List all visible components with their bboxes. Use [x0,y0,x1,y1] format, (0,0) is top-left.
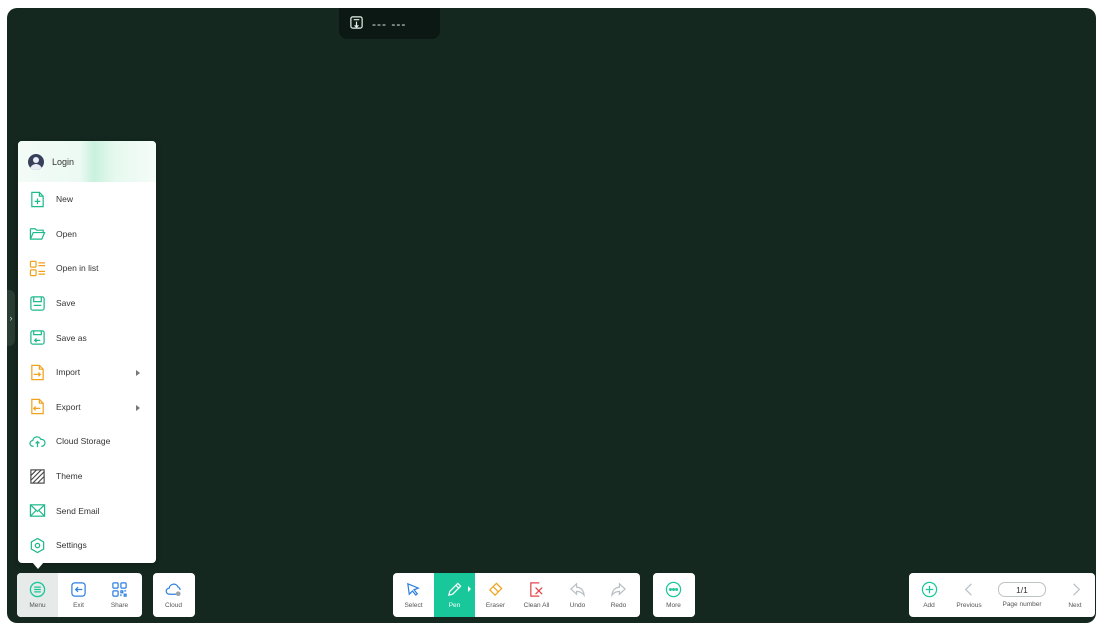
select-button-label: Select [404,602,423,609]
menu-item-save-as[interactable]: Save as [18,320,156,355]
document-icon [349,15,364,33]
more-icon [665,581,682,598]
save-icon [30,295,45,311]
menu-item-label: Send Email [56,505,100,516]
page-number-control[interactable]: 1/1 Page number [989,573,1055,617]
menu-item-label: Open [56,228,77,239]
exit-icon [71,582,86,597]
add-page-button[interactable]: Add [909,573,949,617]
qr-code-icon [112,582,127,597]
undo-button[interactable]: Undo [557,573,598,617]
folder-open-icon [29,228,46,241]
menu-item-label: Cloud Storage [56,436,111,447]
cloud-icon [165,583,181,597]
cursor-icon [407,582,420,596]
more-button-label: More [666,602,681,609]
next-page-button[interactable]: Next [1055,573,1095,617]
redo-button-label: Redo [610,602,627,609]
cloud-button-label: Cloud [165,602,182,609]
menu-item-open-in-list[interactable]: Open in list [18,251,156,286]
undo-button-label: Undo [569,602,586,609]
cloud-button[interactable]: Cloud [153,573,194,617]
drawing-toolbar: Select Pen Eraser Clean All Undo Redo [393,573,640,617]
top-status-bar: --- --- [339,8,440,39]
previous-page-button-label: Previous [956,602,982,609]
previous-page-button[interactable]: Previous [949,573,989,617]
eraser-button[interactable]: Eraser [475,573,516,617]
clean-all-button[interactable]: Clean All [516,573,557,617]
login-row[interactable]: Login [18,141,156,182]
email-icon [29,504,46,517]
side-panel-handle[interactable]: › [7,290,15,346]
menu-item-settings[interactable]: Settings [18,528,156,563]
menu-item-theme[interactable]: Theme [18,459,156,494]
menu-button[interactable]: Menu [17,573,58,617]
menu-item-open[interactable]: Open [18,217,156,252]
menu-item-label: Import [56,367,81,378]
menu-icon [29,581,46,598]
exit-button-label: Exit [73,602,84,609]
menu-item-cloud-storage[interactable]: Cloud Storage [18,424,156,459]
exit-button[interactable]: Exit [58,573,99,617]
main-menu-panel: Login New Open Open in list Save Save as [18,141,156,563]
whiteboard-canvas[interactable]: --- --- › [7,8,1096,623]
settings-icon [30,537,45,554]
undo-icon [569,582,585,598]
menu-pointer [32,562,44,569]
more-toolbar: More [653,573,695,617]
menu-item-label: New [56,194,74,205]
avatar-icon [28,153,44,170]
page-number-field[interactable]: 1/1 [998,582,1046,597]
pen-icon [447,582,462,597]
theme-icon [30,468,45,484]
menu-button-label: Menu [29,602,46,609]
submenu-arrow-icon [136,404,140,411]
select-button[interactable]: Select [393,573,434,617]
menu-item-send-email[interactable]: Send Email [18,493,156,528]
save-as-icon [30,330,45,345]
import-icon [31,364,44,380]
share-button-label: Share [110,602,129,609]
eraser-button-label: Eraser [485,602,506,609]
menu-item-export[interactable]: Export [18,390,156,425]
clean-all-button-label: Clean All [523,602,550,609]
export-icon [31,399,44,415]
redo-button[interactable]: Redo [598,573,639,617]
clear-page-icon [530,582,543,597]
menu-item-import[interactable]: Import [18,355,156,390]
chevron-right-icon: › [9,313,13,323]
pen-button-label: Pen [448,602,461,609]
menu-item-label: Save [56,298,76,309]
more-button[interactable]: More [653,573,694,617]
document-title: --- --- [372,16,407,31]
menu-item-label: Export [56,401,81,412]
cloud-toolbar: Cloud [153,573,195,617]
menu-item-label: Save as [56,332,87,343]
share-button[interactable]: Share [99,573,140,617]
cloud-storage-icon [29,436,46,448]
pen-button[interactable]: Pen [434,573,475,617]
page-number-label: Page number [1002,601,1042,608]
file-toolbar: Menu Exit Share [17,573,142,617]
menu-item-new[interactable]: New [18,182,156,217]
eraser-icon [488,582,503,597]
menu-item-save[interactable]: Save [18,286,156,321]
menu-item-label: Settings [56,540,87,551]
login-label: Login [52,156,75,167]
next-page-button-label: Next [1068,602,1082,609]
add-page-button-label: Add [923,602,935,609]
submenu-arrow-icon [136,369,140,376]
menu-item-label: Open in list [56,263,99,274]
redo-icon [611,582,627,598]
page-toolbar: Add Previous 1/1 Page number Next [909,573,1095,617]
list-view-icon [29,260,46,277]
new-file-icon [31,191,44,207]
chevron-left-icon [964,583,972,596]
add-icon [921,581,937,598]
chevron-right-icon [1072,583,1080,596]
menu-item-label: Theme [56,471,83,482]
